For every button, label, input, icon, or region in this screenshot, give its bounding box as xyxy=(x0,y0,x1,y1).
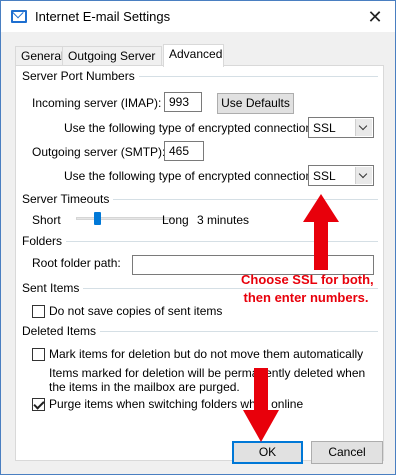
outgoing-server-label: Outgoing server (SMTP): xyxy=(32,145,166,159)
chevron-down-icon[interactable] xyxy=(355,167,372,184)
sent-items-heading: Sent Items xyxy=(22,281,84,295)
outgoing-encryption-value: SSL xyxy=(313,169,336,183)
annotation-line2: then enter numbers. xyxy=(243,290,369,305)
timeout-short-label: Short xyxy=(32,213,61,227)
window-title: Internet E-mail Settings xyxy=(35,9,171,24)
timeout-long-label: Long xyxy=(162,213,189,227)
incoming-encryption-value: SSL xyxy=(313,121,336,135)
email-icon xyxy=(11,10,27,23)
deletion-info-line1: Items marked for deletion will be perman… xyxy=(49,366,366,380)
outgoing-port-input[interactable]: 465 xyxy=(164,141,204,161)
server-port-numbers-heading: Server Port Numbers xyxy=(22,69,139,83)
incoming-port-input[interactable]: 993 xyxy=(164,92,202,112)
outgoing-encryption-select[interactable]: SSL xyxy=(308,165,374,186)
mark-for-deletion-label: Mark items for deletion but do not move … xyxy=(49,347,364,361)
server-timeouts-heading: Server Timeouts xyxy=(22,192,114,206)
no-save-sent-checkbox[interactable] xyxy=(32,305,45,318)
deleted-items-heading: Deleted Items xyxy=(22,324,101,338)
mark-for-deletion-checkbox[interactable] xyxy=(32,348,45,361)
outgoing-encryption-label: Use the following type of encrypted conn… xyxy=(64,169,316,183)
incoming-server-label: Incoming server (IMAP): xyxy=(32,96,162,110)
down-arrow-annotation-icon xyxy=(243,368,279,442)
purge-items-checkbox[interactable] xyxy=(32,398,45,411)
timeout-slider-track[interactable] xyxy=(76,217,174,220)
close-button[interactable]: ✕ xyxy=(363,5,387,29)
tab-general[interactable]: General xyxy=(15,46,64,66)
title-bar: Internet E-mail Settings ✕ xyxy=(1,1,395,32)
timeout-slider-thumb[interactable] xyxy=(93,212,101,225)
cancel-button[interactable]: Cancel xyxy=(311,441,383,464)
no-save-sent-label: Do not save copies of sent items xyxy=(49,304,223,318)
incoming-encryption-select[interactable]: SSL xyxy=(308,117,374,138)
deletion-info-line2: the items in the mailbox are purged. xyxy=(49,380,240,394)
incoming-encryption-label: Use the following type of encrypted conn… xyxy=(64,121,316,135)
tab-outgoing-server[interactable]: Outgoing Server xyxy=(62,46,162,66)
internet-email-settings-dialog: Internet E-mail Settings ✕ General Outgo… xyxy=(0,0,396,475)
folders-heading: Folders xyxy=(22,234,67,248)
tab-advanced[interactable]: Advanced xyxy=(163,44,224,67)
annotation-line1: Choose SSL for both, xyxy=(241,272,374,287)
use-defaults-button[interactable]: Use Defaults xyxy=(217,93,294,114)
up-arrow-annotation-icon xyxy=(303,194,339,270)
root-folder-label: Root folder path: xyxy=(32,256,121,270)
chevron-down-icon[interactable] xyxy=(355,119,372,136)
timeout-value: 3 minutes xyxy=(197,213,250,227)
